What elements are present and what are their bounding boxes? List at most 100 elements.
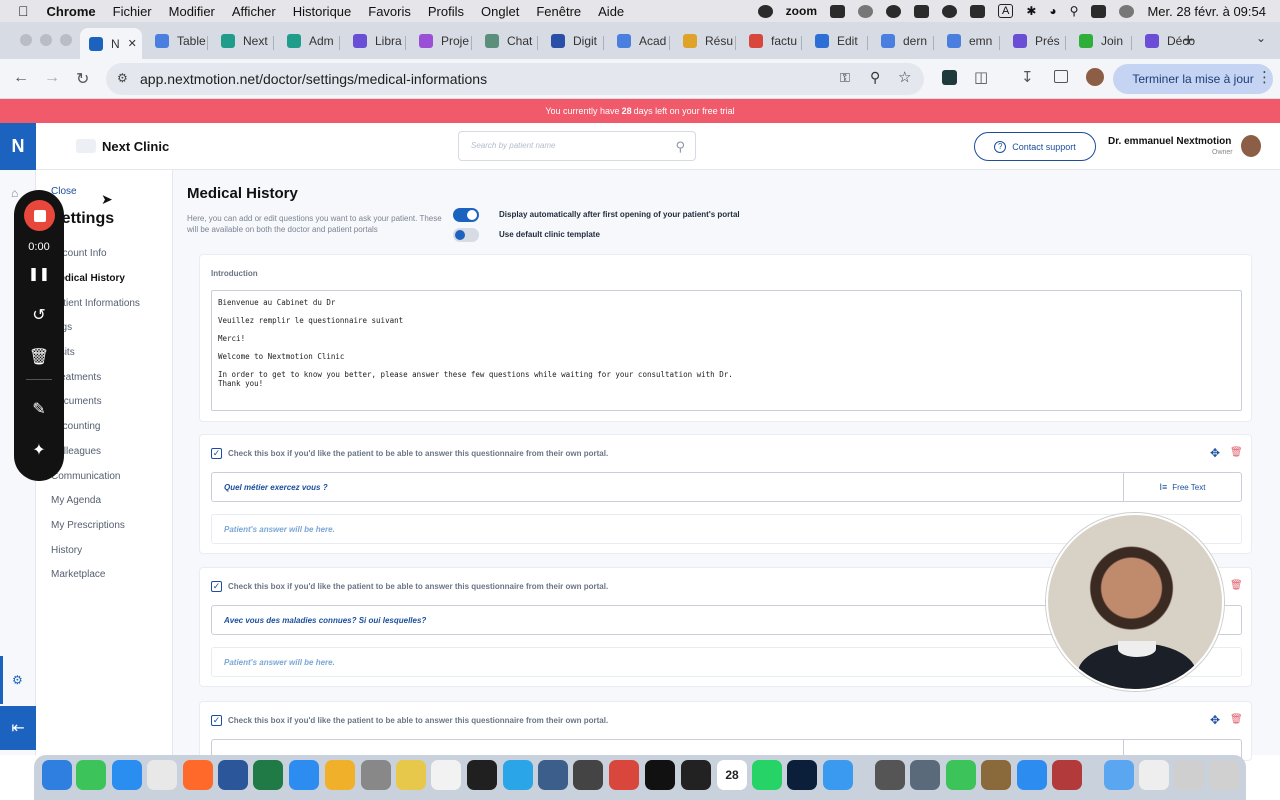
numbers-icon[interactable] [946, 760, 976, 790]
photos-icon[interactable] [325, 760, 355, 790]
menu-item-modifier[interactable]: Modifier [169, 4, 215, 19]
browser-tab[interactable]: Acad [608, 28, 670, 54]
status-bars-icon[interactable] [914, 4, 930, 18]
browser-tab[interactable]: Adm [278, 28, 340, 54]
url-text[interactable]: app.nextmotion.net/doctor/settings/medic… [140, 71, 487, 87]
extension-a-icon[interactable] [942, 70, 957, 85]
nextmotion-logo[interactable]: N [0, 123, 36, 170]
reload-icon[interactable]: ↻ [76, 69, 89, 89]
archive-icon[interactable] [981, 760, 1011, 790]
zoom-status-label[interactable]: zoom [786, 4, 817, 18]
profile-avatar-icon[interactable] [1086, 68, 1104, 86]
contact-support-button[interactable]: ? Contact support [974, 132, 1096, 161]
menu-item-favoris[interactable]: Favoris [368, 4, 411, 19]
menu-item-historique[interactable]: Historique [293, 4, 352, 19]
browser-tab[interactable]: Join [1070, 28, 1132, 54]
finish-update-button[interactable]: Terminer la mise à jour [1113, 64, 1273, 94]
restart-icon[interactable]: ↺ [14, 305, 64, 325]
system-settings-icon[interactable] [361, 760, 391, 790]
menu-item-onglet[interactable]: Onglet [481, 4, 519, 19]
photoshop-icon[interactable] [787, 760, 817, 790]
settings-nav-communication[interactable]: Communication [51, 471, 120, 482]
zoom-magnifier-icon[interactable]: ⚲ [870, 69, 880, 86]
bookmark-star-icon[interactable]: ☆ [898, 68, 911, 86]
address-bar[interactable]: ⚙ app.nextmotion.net/doctor/settings/med… [106, 63, 924, 95]
calendar-icon[interactable]: 28 [717, 760, 747, 790]
menu-item-aide[interactable]: Aide [598, 4, 624, 19]
window-zoom-button[interactable] [60, 34, 72, 46]
document-icon[interactable] [1139, 760, 1169, 790]
browser-tab[interactable]: Résu [674, 28, 736, 54]
delete-question-icon[interactable]: 🗑 [1230, 580, 1243, 591]
status-play-icon[interactable] [858, 4, 874, 18]
move-question-icon[interactable]: ✥ [1210, 446, 1220, 460]
settings-nav-my-prescriptions[interactable]: My Prescriptions [51, 520, 125, 531]
new-tab-plus-icon[interactable]: + [1183, 30, 1194, 51]
menu-item-fenetre[interactable]: Fenêtre [536, 4, 581, 19]
user-avatar[interactable] [1241, 135, 1261, 157]
portal-answer-checkbox[interactable]: ✓ [211, 581, 222, 592]
browser-tab[interactable]: Next [212, 28, 274, 54]
browser-tab[interactable]: Digit [542, 28, 604, 54]
status-cloud-icon[interactable] [886, 4, 902, 18]
forward-arrow-icon[interactable]: → [44, 69, 60, 87]
app-store-icon[interactable] [112, 760, 142, 790]
settings-nav-patient-informations[interactable]: Patient Informations [51, 298, 140, 309]
settings-nav-my-agenda[interactable]: My Agenda [51, 495, 101, 506]
webcam-bubble[interactable] [1046, 513, 1224, 691]
input-source-indicator[interactable]: A [998, 4, 1014, 18]
keynote-podium-icon[interactable] [823, 760, 853, 790]
control-center-icon[interactable] [1091, 4, 1107, 18]
status-check-icon[interactable] [942, 4, 958, 18]
skype-icon[interactable] [503, 760, 533, 790]
settings-nav-history[interactable]: History [51, 545, 82, 556]
extensions-puzzle-icon[interactable]: ◫ [974, 68, 988, 86]
finder-icon[interactable] [42, 760, 72, 790]
move-question-icon[interactable]: ✥ [1210, 713, 1220, 727]
settings-gear-icon[interactable]: ⚙ [12, 673, 23, 687]
introduction-textarea[interactable]: Bienvenue au Cabinet du Dr Veuillez remp… [211, 290, 1242, 411]
pause-icon[interactable]: ❚❚ [14, 266, 64, 282]
scanner-icon[interactable] [538, 760, 568, 790]
preview-icon[interactable] [910, 760, 940, 790]
site-settings-icon[interactable]: ⚙ [117, 71, 128, 85]
screenshot-icon[interactable] [573, 760, 603, 790]
battery-icon[interactable] [970, 4, 986, 18]
magic-wand-icon[interactable]: ✦ [14, 440, 64, 460]
dictionary-icon[interactable] [1052, 760, 1082, 790]
settings-nav-marketplace[interactable]: Marketplace [51, 569, 105, 580]
safari-icon[interactable] [289, 760, 319, 790]
trash-icon[interactable]: 🗑 [14, 347, 64, 367]
menu-item-afficher[interactable]: Afficher [232, 4, 276, 19]
password-key-icon[interactable]: ⚿ [840, 70, 850, 86]
capcut-icon[interactable] [681, 760, 711, 790]
browser-tab[interactable]: Chat [476, 28, 538, 54]
question-input[interactable]: Quel métier exercez vous ? I≡ Free Text [211, 472, 1242, 502]
menu-item-profils[interactable]: Profils [428, 4, 464, 19]
tab-search-chevron-icon[interactable]: ⌄ [1256, 31, 1266, 45]
display-auto-toggle[interactable] [453, 208, 479, 222]
whatsapp-icon[interactable] [752, 760, 782, 790]
final-cut-icon[interactable] [467, 760, 497, 790]
word-icon[interactable] [218, 760, 248, 790]
default-template-toggle[interactable] [453, 228, 479, 242]
window-close-button[interactable] [20, 34, 32, 46]
wifi-icon[interactable]: ◕ [1049, 4, 1056, 18]
chrome-menu-icon[interactable]: ⋮ [1257, 68, 1272, 86]
files-folder-icon[interactable] [1104, 760, 1134, 790]
clinic-name[interactable]: Next Clinic [102, 139, 169, 154]
stop-recording-button[interactable] [24, 200, 55, 231]
tiktok-icon[interactable] [645, 760, 675, 790]
browser-tab[interactable]: Libra [344, 28, 406, 54]
close-tab-icon[interactable]: ✕ [128, 37, 137, 50]
browser-tab[interactable]: N ✕ [80, 28, 142, 59]
menu-item-fichier[interactable]: Fichier [113, 4, 152, 19]
status-clipboard-icon[interactable] [830, 4, 846, 18]
bluetooth-icon[interactable]: ✱ [1026, 4, 1036, 18]
menu-app-name[interactable]: Chrome [47, 4, 96, 19]
side-panel-icon[interactable] [1054, 70, 1068, 83]
question-type-select[interactable]: I≡ Free Text [1123, 473, 1241, 501]
chrome-icon[interactable] [147, 760, 177, 790]
pdf-app-icon[interactable] [609, 760, 639, 790]
document-icon[interactable] [1174, 760, 1204, 790]
